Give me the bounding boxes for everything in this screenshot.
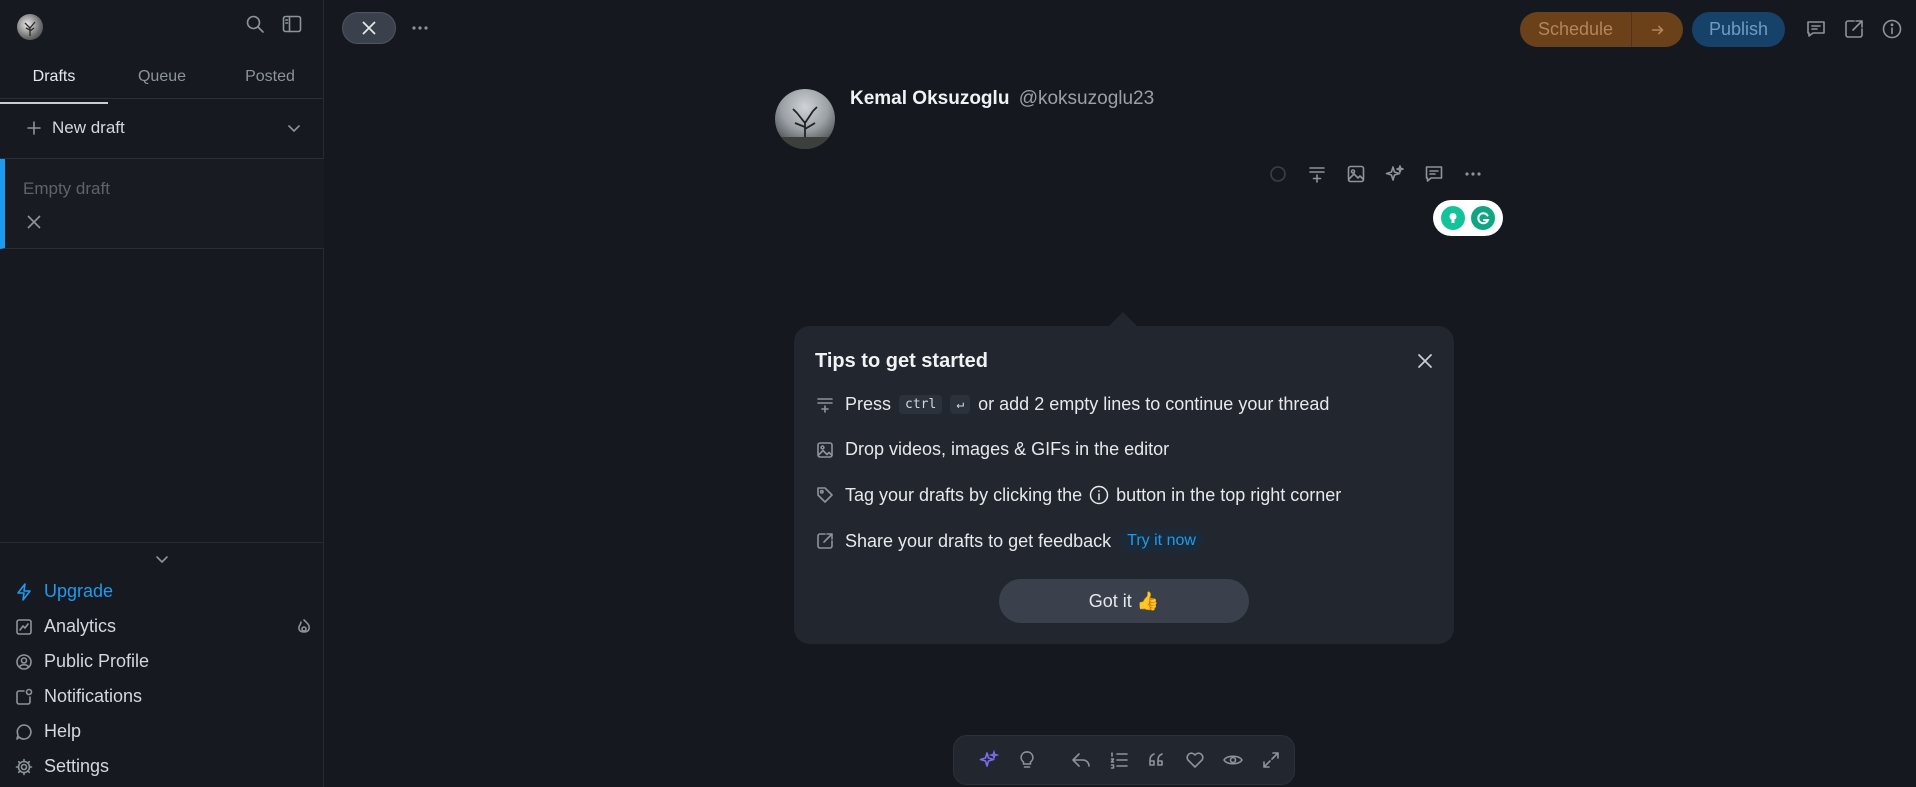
lightbulb-icon[interactable]	[1441, 206, 1465, 230]
nav-notifications[interactable]: Notifications	[14, 679, 314, 714]
more-options-icon[interactable]	[1453, 162, 1492, 186]
search-icon[interactable]	[243, 12, 267, 36]
divider	[0, 542, 324, 543]
draft-tabs: Drafts Queue Posted	[0, 62, 324, 104]
close-icon[interactable]	[1414, 350, 1436, 372]
editor-toolbar	[1258, 162, 1492, 186]
kbd-enter: ↵	[950, 395, 971, 414]
toggle-sidebar-icon[interactable]	[280, 12, 304, 36]
try-it-now-link[interactable]: Try it now	[1119, 529, 1204, 553]
kbd-ctrl: ctrl	[899, 395, 943, 414]
nav-analytics[interactable]: Analytics	[14, 609, 314, 644]
nav-settings-label: Settings	[44, 756, 110, 776]
tab-queue[interactable]: Queue	[108, 62, 216, 98]
gear-icon	[15, 758, 33, 775]
info-icon[interactable]	[1880, 17, 1904, 41]
grammarly-widget[interactable]	[1433, 200, 1503, 236]
nav-public-profile-label: Public Profile	[44, 651, 150, 671]
tag-icon	[817, 487, 833, 503]
x-logo-icon	[362, 21, 376, 35]
image-icon[interactable]	[1336, 162, 1375, 186]
sidebar-header	[0, 0, 324, 52]
tips-title: Tips to get started	[815, 350, 988, 372]
preview-eye-icon[interactable]	[1214, 748, 1252, 772]
sidebar-nav: Upgrade Analytics Public Profile Notific…	[14, 574, 314, 784]
nav-settings[interactable]: Settings	[14, 749, 314, 784]
expand-icon[interactable]	[1252, 748, 1290, 772]
character-count-icon	[1258, 162, 1297, 186]
fire-icon[interactable]	[294, 617, 314, 637]
collapse-chevron-icon[interactable]	[153, 550, 171, 568]
numbered-list-icon[interactable]	[1100, 748, 1138, 772]
comments-icon[interactable]	[1804, 17, 1828, 41]
publish-button[interactable]: Publish	[1692, 12, 1785, 47]
tip-thread: Press ctrl ↵ or add 2 empty lines to con…	[815, 394, 1329, 415]
tip-share-text: Share your drafts to get feedback	[845, 530, 1112, 551]
tip-tag: Tag your drafts by clicking the button i…	[815, 484, 1341, 506]
info-icon	[1089, 485, 1109, 505]
tips-popup: Tips to get started Press ctrl ↵ or add …	[794, 312, 1454, 644]
author-name: Kemal Oksuzoglu	[850, 88, 1010, 109]
popup-caret	[1107, 312, 1139, 328]
app-logo[interactable]	[17, 14, 43, 40]
notification-icon	[16, 688, 33, 705]
tip-tag-text-before: Tag your drafts by clicking the	[845, 484, 1083, 505]
image-icon	[817, 441, 833, 458]
tab-posted[interactable]: Posted	[216, 62, 324, 98]
more-options-icon[interactable]	[408, 16, 432, 40]
profile-icon	[16, 653, 32, 670]
tip-media-text: Drop videos, images & GIFs in the editor	[845, 439, 1170, 459]
tip-thread-text-after: or add 2 empty lines to continue your th…	[978, 394, 1330, 414]
lightning-icon	[17, 582, 31, 601]
comment-icon[interactable]	[1414, 162, 1453, 186]
x-logo-icon	[27, 215, 41, 229]
author-handle: @koksuzoglu23	[1018, 88, 1155, 109]
draft-list-item[interactable]: Empty draft	[0, 159, 324, 249]
reply-icon[interactable]	[1062, 748, 1100, 772]
share-external-icon[interactable]	[1842, 17, 1866, 41]
platform-x-toggle[interactable]	[342, 12, 396, 44]
nav-upgrade[interactable]: Upgrade	[14, 574, 314, 609]
sidebar: Drafts Queue Posted New draft Empty draf…	[0, 0, 324, 787]
grammarly-logo-icon[interactable]	[1471, 206, 1495, 230]
author-avatar[interactable]	[775, 89, 835, 149]
draft-title: Empty draft	[23, 179, 110, 198]
chat-bubble-icon	[16, 723, 32, 740]
ai-sparkle-icon[interactable]	[1375, 162, 1414, 186]
tip-thread-text-before: Press	[845, 394, 892, 414]
new-draft-label: New draft	[52, 118, 125, 137]
share-external-icon	[817, 533, 833, 549]
heart-icon[interactable]	[1176, 748, 1214, 772]
tip-share: Share your drafts to get feedback Try it…	[815, 529, 1204, 553]
got-it-button[interactable]: Got it 👍	[999, 579, 1249, 623]
tip-media: Drop videos, images & GIFs in the editor	[815, 439, 1169, 460]
nav-public-profile[interactable]: Public Profile	[14, 644, 314, 679]
lightbulb-icon[interactable]	[1008, 748, 1046, 772]
nav-upgrade-label: Upgrade	[44, 581, 114, 601]
author-info: Kemal Oksuzoglu @koksuzoglu23	[850, 88, 1154, 110]
quote-icon[interactable]	[1138, 748, 1176, 772]
nav-notifications-label: Notifications	[44, 686, 143, 706]
add-thread-icon	[817, 397, 833, 413]
tab-drafts[interactable]: Drafts	[0, 62, 108, 104]
analytics-icon	[16, 618, 32, 635]
add-thread-icon[interactable]	[1297, 162, 1336, 186]
chevron-down-icon[interactable]	[284, 118, 304, 138]
schedule-arrow-button[interactable]	[1632, 12, 1683, 47]
nav-help-label: Help	[44, 721, 82, 741]
tip-tag-text-after: button in the top right corner	[1116, 484, 1342, 505]
new-draft-button[interactable]: New draft	[24, 112, 304, 144]
nav-help[interactable]: Help	[14, 714, 314, 749]
schedule-button[interactable]: Schedule	[1520, 12, 1632, 47]
ai-sparkle-icon[interactable]	[970, 748, 1008, 772]
arrow-right-icon	[1651, 25, 1663, 34]
schedule-button-group: Schedule	[1520, 12, 1683, 47]
nav-analytics-label: Analytics	[44, 616, 117, 636]
bottom-toolbar	[953, 735, 1295, 785]
plus-icon	[27, 121, 41, 135]
